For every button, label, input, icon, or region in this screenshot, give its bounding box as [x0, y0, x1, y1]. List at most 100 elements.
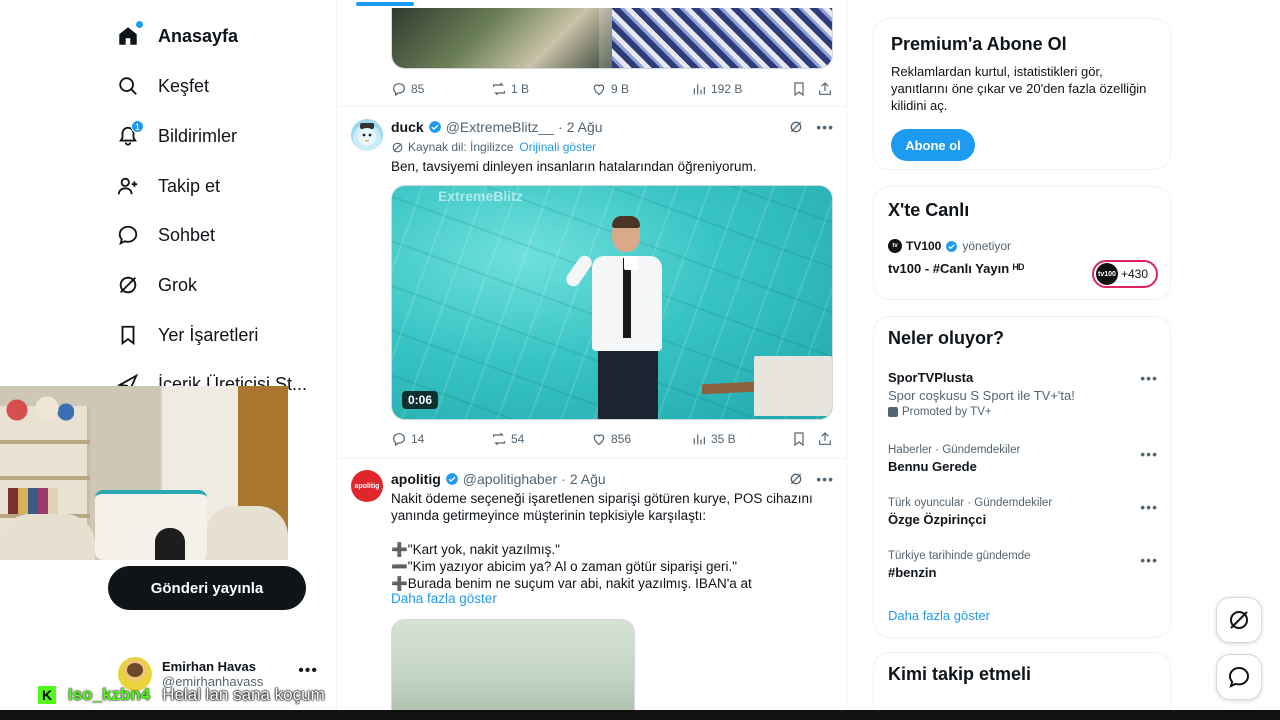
verified-badge-icon: [428, 121, 441, 133]
more-icon[interactable]: •••: [1140, 370, 1158, 386]
nav-item-label: Takip et: [158, 175, 221, 196]
more-icon[interactable]: •••: [816, 471, 834, 487]
nav-item-label: Keşfet: [158, 75, 210, 96]
nav-item-label: Grok: [158, 274, 198, 295]
add-user-icon: [116, 174, 140, 198]
chat-username: Iso_kzbn4: [68, 685, 151, 704]
trends-title: Neler oluyor?: [888, 328, 1005, 348]
repost-button[interactable]: 54: [491, 431, 524, 447]
tweet-actions: 14 54 856 35 B: [391, 430, 833, 448]
trend-meta: Türk oyuncular · Gündemdekiler: [888, 497, 1053, 509]
trend-item[interactable]: Türk oyuncular · Gündemdekiler Özge Özpi…: [888, 497, 1158, 527]
chat-message: Helal lan sana koçum: [162, 685, 325, 704]
grok-icon[interactable]: [788, 119, 804, 135]
tweet-video[interactable]: ExtremeBlitz 0:06: [391, 185, 833, 420]
tweet-author-name[interactable]: duck: [391, 119, 424, 135]
share-button[interactable]: [817, 431, 833, 447]
premium-card: Premium'a Abone Ol Reklamlardan kurtul, …: [873, 18, 1171, 170]
views-button[interactable]: 35 B: [691, 431, 736, 447]
tv100-logo-icon: tv: [888, 239, 902, 253]
like-button[interactable]: 856: [591, 431, 631, 447]
reply-button[interactable]: 14: [391, 431, 424, 447]
show-original-link[interactable]: Orijinali göster: [519, 140, 596, 154]
tweet-header: duck @ExtremeBlitz__ · 2 Ağu: [391, 119, 603, 135]
premium-title: Premium'a Abone Ol: [891, 34, 1067, 54]
grok-icon: [1230, 611, 1248, 629]
tweet-author-handle[interactable]: @apolitighaber: [463, 471, 557, 487]
heart-icon: [593, 434, 605, 446]
more-icon[interactable]: •••: [816, 119, 834, 135]
nav-item-explore[interactable]: Keşfet: [116, 66, 209, 106]
trend-item[interactable]: Haberler · Gündemdekiler Bennu Gerede ••…: [888, 444, 1158, 474]
tweet-header: apolitig @apolitighaber · 2 Ağu: [391, 471, 606, 487]
live-listeners-pill[interactable]: tv100 +430: [1092, 260, 1158, 288]
tweet-author-handle[interactable]: @ExtremeBlitz__: [446, 119, 554, 135]
chat-icon: [116, 223, 140, 247]
trend-title: #benzin: [888, 565, 937, 580]
view-count: 35 B: [711, 432, 736, 446]
nav-item-follow[interactable]: Takip et: [116, 166, 220, 206]
tweet-header-actions: •••: [788, 471, 834, 487]
trend-item[interactable]: Türkiye tarihinde gündemde #benzin •••: [888, 550, 1158, 580]
nav-item-notifications[interactable]: 1 Bildirimler: [116, 116, 237, 156]
messages-fab[interactable]: [1216, 654, 1262, 700]
trend-meta: Türkiye tarihinde gündemde: [888, 550, 1031, 562]
verified-badge-icon: [946, 240, 958, 252]
live-pill-logo: tv100: [1096, 263, 1118, 285]
share-icon: [819, 432, 831, 445]
reply-count: 14: [411, 432, 425, 446]
trend-title: Özge Özpirinçci: [888, 512, 987, 527]
avatar-logo-text: apolitig: [354, 482, 380, 490]
live-host-name: TV100: [906, 239, 942, 253]
nav-item-bookmarks[interactable]: Yer İşaretleri: [116, 315, 258, 355]
nav-item-chat[interactable]: Sohbet: [116, 215, 215, 255]
nav-item-label: Yer İşaretleri: [158, 324, 259, 345]
grok-icon: [116, 273, 140, 297]
repost-icon: [493, 432, 505, 446]
reply-icon: [393, 433, 405, 447]
tweet-author-name[interactable]: apolitig: [391, 471, 441, 487]
home-icon: [116, 21, 143, 48]
promoted-icon: [888, 407, 898, 417]
profile-name: Emirhan Havas: [162, 659, 256, 674]
translation-note: Kaynak dil: İngilizce Orijinali göster: [391, 140, 596, 154]
grok-icon[interactable]: [788, 471, 804, 487]
trend-title: SporTVPlusta: [888, 370, 974, 385]
webcam-person: [155, 528, 185, 560]
who-to-follow-title: Kimi takip etmeli: [888, 664, 1032, 684]
subscribe-button[interactable]: Abone ol: [891, 129, 975, 161]
live-title: X'te Canlı: [888, 200, 970, 220]
tweet-avatar[interactable]: [351, 119, 383, 151]
nav-item-label: Sohbet: [158, 224, 216, 245]
live-stream-title[interactable]: tv100 - #Canlı Yayın ᴴᴰ: [888, 261, 1024, 276]
more-icon[interactable]: •••: [1140, 446, 1158, 462]
grok-fab[interactable]: [1216, 597, 1262, 643]
trend-item[interactable]: SporTVPlusta Spor coşkusu S Sport ile TV…: [888, 370, 1158, 418]
premium-description: Reklamlardan kurtul, istatistikleri gör,…: [891, 64, 1147, 113]
bookmark-icon: [116, 323, 140, 347]
search-icon: [116, 74, 140, 98]
webcam-chair: [205, 506, 288, 560]
translation-label: Kaynak dil: İngilizce: [408, 140, 514, 154]
tweet-avatar[interactable]: apolitig: [351, 470, 383, 502]
video-watermark: ExtremeBlitz: [438, 188, 523, 204]
show-more-link[interactable]: Daha fazla göster: [391, 591, 497, 606]
trend-meta: Haberler · Gündemdekiler: [888, 444, 1021, 456]
like-count: 856: [611, 432, 632, 446]
more-icon[interactable]: •••: [298, 662, 318, 680]
more-icon[interactable]: •••: [1140, 552, 1158, 568]
more-icon[interactable]: •••: [1140, 499, 1158, 515]
tweet-timestamp[interactable]: 2 Ağu: [570, 471, 606, 487]
taskbar-strip: [0, 710, 1280, 720]
webcam-pillow: [95, 490, 207, 560]
show-more-link[interactable]: Daha fazla göster: [888, 608, 990, 623]
live-card: X'te Canlı tv TV100 yönetiyor tv100 - #C…: [873, 186, 1171, 300]
tweet-media[interactable]: [391, 619, 635, 710]
post-button[interactable]: Gönderi yayınla: [108, 566, 306, 610]
tweet-timestamp[interactable]: 2 Ağu: [567, 119, 603, 135]
nav-item-grok[interactable]: Grok: [116, 265, 197, 305]
nav-item-home[interactable]: Anasayfa: [116, 16, 238, 56]
bookmark-button[interactable]: [791, 431, 807, 447]
live-host[interactable]: tv TV100 yönetiyor: [888, 239, 1011, 253]
trend-title: Bennu Gerede: [888, 459, 977, 474]
